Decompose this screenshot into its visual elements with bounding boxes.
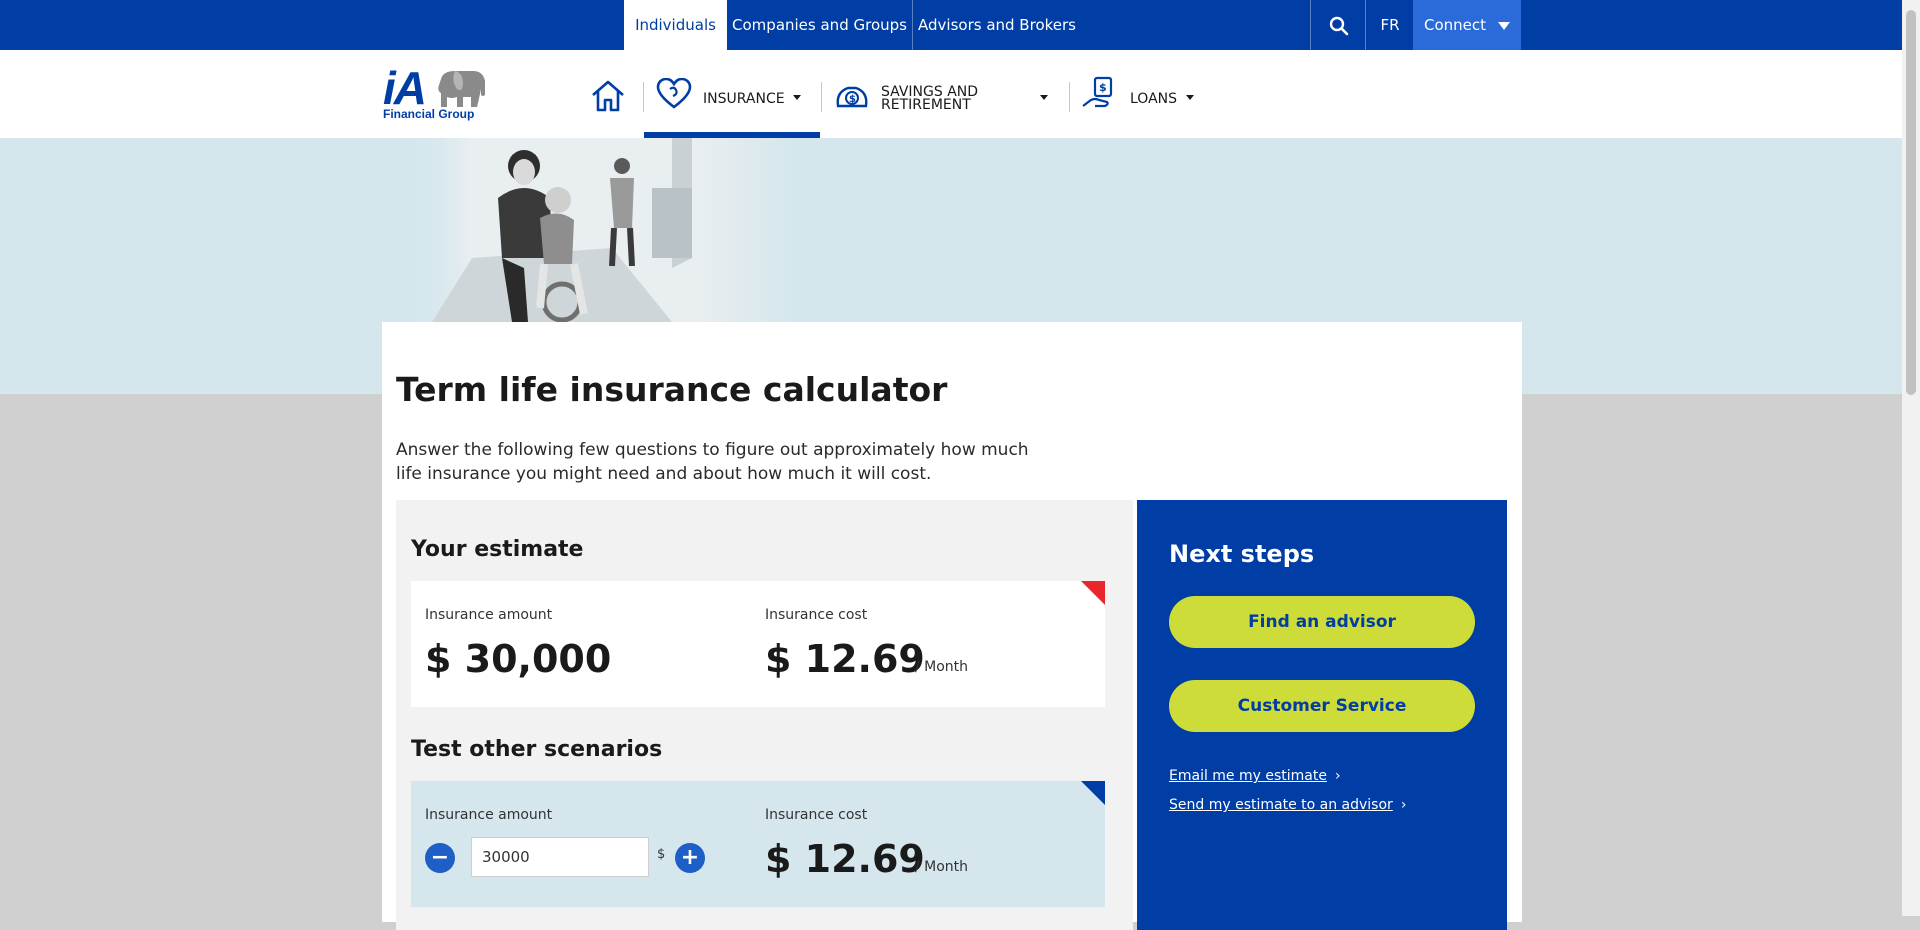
elephant-logo-icon (438, 71, 485, 107)
insurance-amount-value: $ 30,000 (425, 637, 612, 681)
nav-home[interactable] (590, 78, 626, 114)
find-an-advisor-button[interactable]: Find an advisor (1169, 596, 1475, 648)
insurance-cost-value: $ 12.69 (765, 637, 925, 681)
main-navigation: iA Financial Group INSURANCE $ SAVINGS A… (0, 50, 1902, 138)
svg-text:$: $ (1099, 81, 1107, 94)
next-steps-panel: Next steps Find an advisor Customer Serv… (1137, 500, 1507, 930)
scenario-cost-value: $ 12.69 (765, 837, 925, 881)
nav-savings-label: SAVINGS AND RETIREMENT (881, 85, 978, 113)
connect-label: Connect (1423, 16, 1487, 34)
insurance-cost-label: Insurance cost (765, 607, 868, 623)
red-corner-mark (1081, 581, 1105, 605)
nav-divider (1069, 82, 1070, 112)
home-icon (592, 80, 624, 112)
insurance-amount-label: Insurance amount (425, 607, 553, 623)
money-bag-icon: $ (836, 86, 868, 108)
send-estimate-link[interactable]: Send my estimate to an advisor › (1169, 797, 1406, 813)
nav-loans-label: LOANS (1130, 91, 1178, 107)
connect-button[interactable]: Connect (1413, 0, 1521, 50)
email-estimate-label: Email me my estimate (1169, 768, 1327, 784)
nav-insurance[interactable]: INSURANCE (644, 50, 820, 138)
insurance-amount-input[interactable] (471, 837, 649, 877)
caret-down-icon (1040, 95, 1048, 100)
your-estimate-heading: Your estimate (411, 537, 584, 562)
increase-amount-button[interactable]: + (675, 843, 705, 873)
currency-symbol: $ (657, 847, 666, 862)
hand-money-icon: $ (1082, 76, 1113, 108)
nav-savings-line2: RETIREMENT (881, 97, 971, 113)
chevron-right-icon: › (1334, 768, 1341, 784)
tab-advisors-and-brokers[interactable]: Advisors and Brokers (912, 0, 1081, 50)
caret-down-icon (793, 95, 801, 100)
family-photo (412, 138, 792, 322)
heart-icon (656, 78, 692, 109)
svg-text:$: $ (849, 94, 856, 105)
nav-divider (821, 82, 822, 112)
search-button[interactable] (1310, 0, 1366, 50)
scenario-box: Insurance amount − $ + Insurance cost $ … (411, 781, 1105, 907)
nav-insurance-label: INSURANCE (703, 91, 785, 107)
caret-down-icon (1498, 21, 1511, 30)
email-estimate-link[interactable]: Email me my estimate › (1169, 768, 1341, 784)
tab-companies-and-groups[interactable]: Companies and Groups (727, 0, 912, 50)
page-intro: Answer the following few questions to fi… (396, 440, 1029, 484)
nav-savings-and-retirement[interactable]: $ SAVINGS AND RETIREMENT (830, 50, 1062, 138)
top-utility-bar: Individuals Companies and Groups Advisor… (0, 0, 1902, 50)
decrease-amount-button[interactable]: − (425, 843, 455, 873)
nav-loans[interactable]: $ LOANS (1078, 50, 1198, 138)
language-toggle[interactable]: FR (1365, 0, 1414, 50)
logo-tagline: Financial Group (383, 107, 475, 121)
navy-corner-mark (1081, 781, 1105, 805)
scrollbar-thumb[interactable] (1906, 10, 1916, 395)
scenario-amount-label: Insurance amount (425, 807, 553, 823)
page-title: Term life insurance calculator (396, 370, 948, 409)
scenario-cost-period: / Month (915, 859, 969, 875)
calculator-card: Term life insurance calculator Answer th… (382, 322, 1522, 930)
estimate-panel: Your estimate Insurance amount $ 30,000 … (396, 500, 1133, 930)
search-icon (1329, 16, 1348, 35)
send-estimate-label: Send my estimate to an advisor (1169, 797, 1393, 813)
scenario-cost-label: Insurance cost (765, 807, 868, 823)
estimate-result-box: Insurance amount $ 30,000 Insurance cost… (411, 581, 1105, 707)
chevron-right-icon: › (1400, 797, 1407, 813)
caret-down-icon (1186, 95, 1194, 100)
customer-service-button[interactable]: Customer Service (1169, 680, 1475, 732)
cost-period: / Month (915, 659, 969, 675)
test-scenarios-heading: Test other scenarios (411, 737, 663, 762)
page-scrollbar[interactable] (1902, 0, 1920, 916)
ia-financial-group-logo[interactable]: iA Financial Group (383, 62, 493, 121)
next-steps-title: Next steps (1169, 540, 1315, 568)
tab-individuals[interactable]: Individuals (624, 0, 727, 50)
